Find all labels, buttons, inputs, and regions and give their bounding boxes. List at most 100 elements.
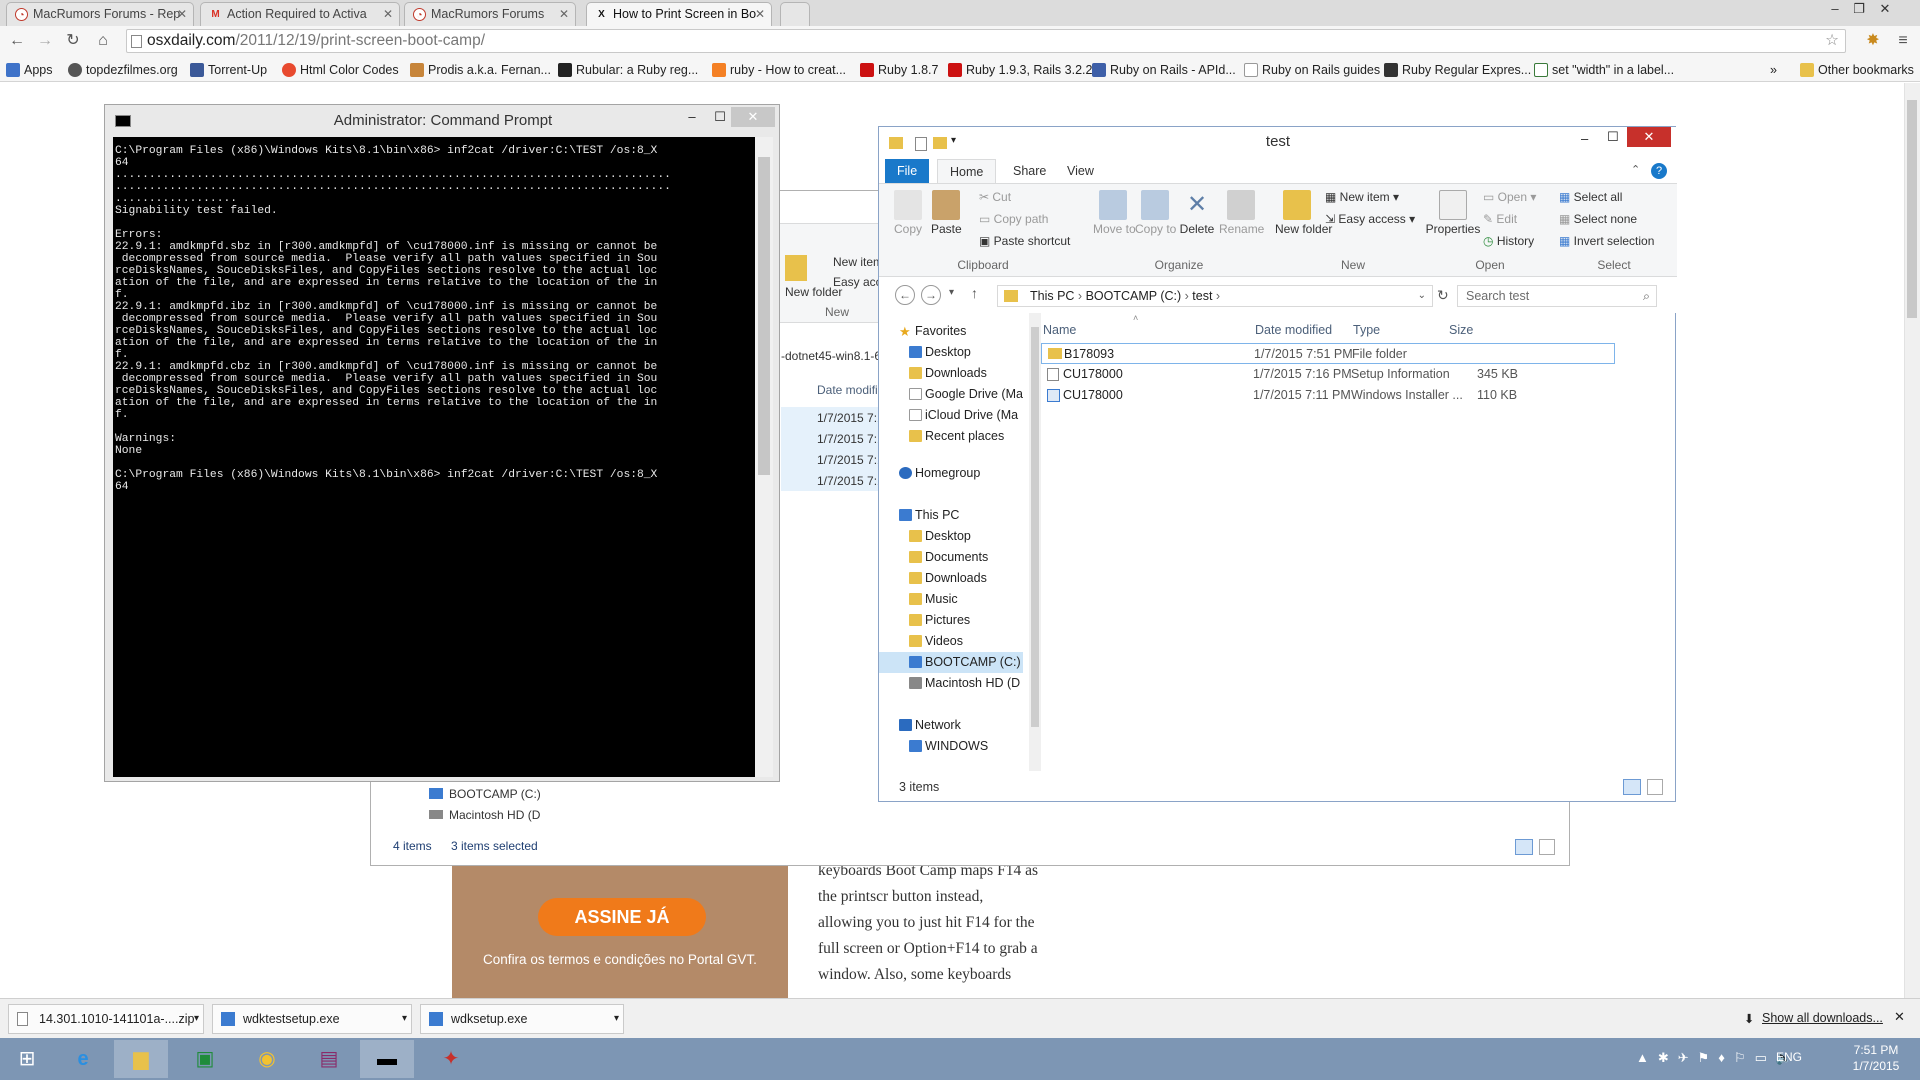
command-prompt-icon[interactable]: ▬ <box>360 1040 414 1078</box>
column-size[interactable]: Size <box>1449 323 1473 337</box>
minimize-icon[interactable]: – <box>1822 0 1848 18</box>
tab-home[interactable]: Home <box>937 159 997 183</box>
bookmark-item[interactable]: Rubular: a Ruby reg... <box>558 61 698 79</box>
maximize-icon[interactable]: ☐ <box>1607 129 1619 145</box>
large-icons-view-icon[interactable] <box>1647 779 1663 795</box>
breadcrumb-test[interactable]: test <box>1192 289 1212 303</box>
extension-icon[interactable]: ✸ <box>1862 30 1884 52</box>
bookmark-item[interactable]: Ruby on Rails guides <box>1244 61 1380 79</box>
bookmark-item[interactable]: set "width" in a label... <box>1534 61 1674 79</box>
nav-item-documents[interactable]: Documents <box>879 547 988 568</box>
bookmark-item[interactable]: Ruby Regular Expres... <box>1384 61 1531 79</box>
refresh-icon[interactable]: ↻ <box>1437 287 1449 304</box>
nav-item-macintosh-hd[interactable]: Macintosh HD (D <box>429 808 540 822</box>
table-row[interactable]: CU178000 1/7/2015 7:16 PM Setup Informat… <box>1041 364 1615 385</box>
menu-icon[interactable]: ≡ <box>1892 30 1914 52</box>
winrar-icon[interactable]: ▤ <box>302 1040 356 1078</box>
tab-gmail[interactable]: M Action Required to Activa ✕ <box>200 2 400 26</box>
nav-item-desktop[interactable]: Desktop <box>879 526 971 547</box>
paste-button[interactable]: Paste <box>931 190 962 236</box>
new-folder-button[interactable]: New folder <box>1275 190 1332 236</box>
tab-macrumors[interactable]: ◔ MacRumors Forums ✕ <box>404 2 576 26</box>
forward-icon[interactable]: → <box>34 30 56 52</box>
nav-item-downloads[interactable]: Downloads <box>879 568 987 589</box>
nav-item-music[interactable]: Music <box>879 589 958 610</box>
console-output[interactable]: C:\Program Files (x86)\Windows Kits\8.1\… <box>113 137 755 777</box>
column-type[interactable]: Type <box>1353 323 1380 337</box>
new-item-button[interactable]: ▦ New item ▾ <box>1325 190 1399 204</box>
details-view-icon[interactable] <box>1515 839 1533 855</box>
tab-share[interactable]: Share <box>1001 159 1058 183</box>
dropdown-icon[interactable]: ▾ <box>194 1005 199 1033</box>
copy-button[interactable]: Copy <box>893 190 923 236</box>
new-item-button[interactable]: New item <box>833 255 883 269</box>
nav-item-downloads[interactable]: Downloads <box>879 363 987 384</box>
copy-path-button[interactable]: ▭ Copy path <box>979 212 1048 226</box>
table-row[interactable]: CU178000 1/7/2015 7:11 PM Windows Instal… <box>1041 385 1615 406</box>
minimize-icon[interactable]: – <box>681 109 703 124</box>
nav-item-pictures[interactable]: Pictures <box>879 610 970 631</box>
nav-network[interactable]: Network <box>879 715 961 736</box>
start-button-icon[interactable]: ⊞ <box>0 1040 54 1078</box>
store-icon[interactable]: ▣ <box>178 1040 232 1078</box>
bookmark-item[interactable]: topdezfilmes.org <box>68 61 178 79</box>
nav-this-pc[interactable]: This PC <box>879 505 959 526</box>
address-dropdown-icon[interactable]: ⌄ <box>1418 286 1426 306</box>
select-all-button[interactable]: ▦ Select all <box>1559 190 1622 204</box>
command-prompt-window[interactable]: Administrator: Command Prompt – ☐ ✕ C:\P… <box>104 104 780 782</box>
bookmark-apps[interactable]: Apps <box>6 61 53 79</box>
bookmarks-overflow-button[interactable]: » <box>1770 61 1777 79</box>
nav-item-windows[interactable]: WINDOWS <box>879 736 988 757</box>
star-icon[interactable]: ☆ <box>1825 30 1839 52</box>
column-date-modified[interactable]: Date modified <box>1255 323 1332 337</box>
bookmark-item[interactable]: Html Color Codes <box>282 61 399 79</box>
nav-item-macintosh-hd[interactable]: Macintosh HD (D <box>879 673 1020 694</box>
app-icon[interactable]: ✦ <box>424 1040 478 1078</box>
new-tab-button[interactable] <box>780 2 810 26</box>
breadcrumb-bootcamp[interactable]: BOOTCAMP (C:) <box>1086 289 1182 303</box>
bookmark-item[interactable]: Ruby 1.9.3, Rails 3.2.2 <box>948 61 1092 79</box>
history-button[interactable]: ◷ History <box>1483 234 1534 248</box>
bookmark-item[interactable]: ruby - How to creat... <box>712 61 846 79</box>
download-item[interactable]: wdktestsetup.exe ▾ <box>212 1004 412 1034</box>
close-tab-icon[interactable]: ✕ <box>559 3 569 25</box>
properties-button[interactable]: Properties <box>1425 190 1481 236</box>
bookmark-item[interactable]: Ruby on Rails - APId... <box>1092 61 1236 79</box>
close-button[interactable]: ✕ <box>731 107 775 127</box>
show-all-downloads-link[interactable]: ⬇ Show all downloads... <box>1744 1011 1883 1026</box>
console-scrollbar-thumb[interactable] <box>758 157 770 475</box>
system-clock[interactable]: 7:51 PM 1/7/2015 <box>1840 1042 1912 1074</box>
nav-item-icloud-drive[interactable]: iCloud Drive (Ma <box>879 405 1018 426</box>
edit-button[interactable]: ✎ Edit <box>1483 212 1517 226</box>
bookmark-item[interactable]: Torrent-Up <box>190 61 267 79</box>
invert-selection-button[interactable]: ▦ Invert selection <box>1559 234 1654 248</box>
maximize-icon[interactable]: ☐ <box>709 109 731 125</box>
close-button[interactable]: ✕ <box>1627 127 1671 147</box>
download-item[interactable]: 14.301.1010-141101a-....zip ▾ <box>8 1004 204 1034</box>
tab-macrumors-reply[interactable]: ◔ MacRumors Forums - Rep ✕ <box>6 2 194 26</box>
search-input[interactable]: Search test ⌕ <box>1457 285 1657 307</box>
nav-item-bootcamp[interactable]: BOOTCAMP (C:) <box>429 787 541 801</box>
other-bookmarks[interactable]: Other bookmarks <box>1800 61 1914 79</box>
nav-favorites[interactable]: ★ Favorites <box>879 321 966 342</box>
up-icon[interactable]: ↑ <box>971 285 978 301</box>
bookmark-item[interactable]: Ruby 1.8.7 <box>860 61 938 79</box>
nav-item-google-drive[interactable]: Google Drive (Ma <box>879 384 1023 405</box>
table-row[interactable]: B178093 1/7/2015 7:51 PM File folder <box>1041 343 1615 364</box>
collapse-ribbon-icon[interactable]: ⌃ <box>1631 163 1640 176</box>
chrome-icon[interactable]: ◉ <box>240 1040 294 1078</box>
file-explorer-icon[interactable]: ▆ <box>114 1040 168 1078</box>
tab-view[interactable]: View <box>1055 159 1106 183</box>
move-to-button[interactable]: Move to <box>1093 190 1136 236</box>
rename-button[interactable]: Rename <box>1219 190 1264 236</box>
maximize-icon[interactable]: ❐ <box>1846 0 1872 18</box>
large-icons-view-icon[interactable] <box>1539 839 1555 855</box>
cut-button[interactable]: ✂ Cut <box>979 190 1011 204</box>
input-language[interactable]: ENG <box>1776 1050 1802 1064</box>
nav-homegroup[interactable]: Homegroup <box>879 463 980 484</box>
column-name[interactable]: Name <box>1043 323 1076 337</box>
open-button[interactable]: ▭ Open ▾ <box>1483 190 1536 204</box>
nav-item-recent-places[interactable]: Recent places <box>879 426 1004 447</box>
reload-icon[interactable]: ↻ <box>62 30 84 52</box>
paste-shortcut-button[interactable]: ▣ Paste shortcut <box>979 234 1070 248</box>
